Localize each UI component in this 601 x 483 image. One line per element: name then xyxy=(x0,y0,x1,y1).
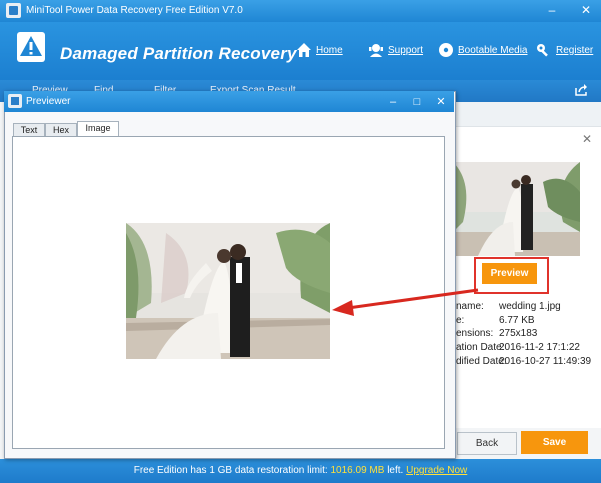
support-icon xyxy=(369,44,383,57)
nav-support-label: Support xyxy=(388,44,424,56)
details-panel-header xyxy=(453,102,601,127)
prop-size-value: 6.77 KB xyxy=(499,315,535,326)
prop-modified-value: 2016-10-27 11:49:39 xyxy=(499,356,592,367)
red-arrow-annotation xyxy=(332,288,479,316)
save-button[interactable]: Save xyxy=(521,431,588,454)
file-thumbnail xyxy=(453,162,580,256)
nav-register-label: Register xyxy=(556,44,594,56)
prop-dimensions-value: 275x183 xyxy=(499,328,538,339)
nav-register[interactable]: Register xyxy=(536,42,593,58)
status-prefix: Free Edition has 1 GB data restoration l… xyxy=(133,465,328,476)
preview-image xyxy=(126,223,330,359)
tab-hex[interactable]: Hex xyxy=(45,123,77,137)
nav-home[interactable]: Home xyxy=(296,42,343,58)
panel-close-icon[interactable]: ✕ xyxy=(582,132,592,146)
disc-icon xyxy=(439,43,453,57)
nav-support[interactable]: Support xyxy=(368,42,423,58)
status-remaining: 1016.09 MB xyxy=(330,465,385,476)
status-bar: Free Edition has 1 GB data restoration l… xyxy=(0,459,601,483)
prop-dimensions-label: ensions: xyxy=(456,328,494,339)
app-icon xyxy=(6,3,21,18)
back-button[interactable]: Back xyxy=(457,432,517,455)
prop-name-value: wedding 1.jpg xyxy=(499,301,561,312)
upgrade-now-link[interactable]: Upgrade Now xyxy=(406,465,467,476)
warning-drive-icon xyxy=(17,32,45,62)
title-bar: MiniTool Power Data Recovery Free Editio… xyxy=(0,0,601,22)
tab-text[interactable]: Text xyxy=(13,123,45,137)
nav-home-label: Home xyxy=(316,44,343,56)
window-title: MiniTool Power Data Recovery Free Editio… xyxy=(26,5,243,16)
previewer-close-icon[interactable]: ✕ xyxy=(432,95,450,109)
previewer-app-icon xyxy=(8,94,22,108)
nav-bootable-media[interactable]: Bootable Media xyxy=(438,42,528,58)
nav-bootable-media-label: Bootable Media xyxy=(458,44,528,56)
previewer-title: Previewer xyxy=(26,96,71,107)
home-icon xyxy=(297,43,311,57)
minimize-icon[interactable]: – xyxy=(542,3,562,18)
preview-button[interactable]: Preview xyxy=(482,263,537,284)
prop-creation-value: 2016-11-2 17:1:22 xyxy=(499,342,580,353)
app-title: Damaged Partition Recovery xyxy=(60,44,297,63)
previewer-maximize-icon[interactable]: □ xyxy=(408,95,426,109)
key-icon xyxy=(537,44,548,57)
close-icon[interactable]: ✕ xyxy=(576,3,596,18)
prop-creation-label: ation Date: xyxy=(456,342,505,353)
share-icon[interactable] xyxy=(574,83,588,97)
status-left: left. xyxy=(387,465,404,476)
status-message: Free Edition has 1 GB data restoration l… xyxy=(0,465,601,476)
previewer-minimize-icon[interactable]: – xyxy=(384,95,402,109)
